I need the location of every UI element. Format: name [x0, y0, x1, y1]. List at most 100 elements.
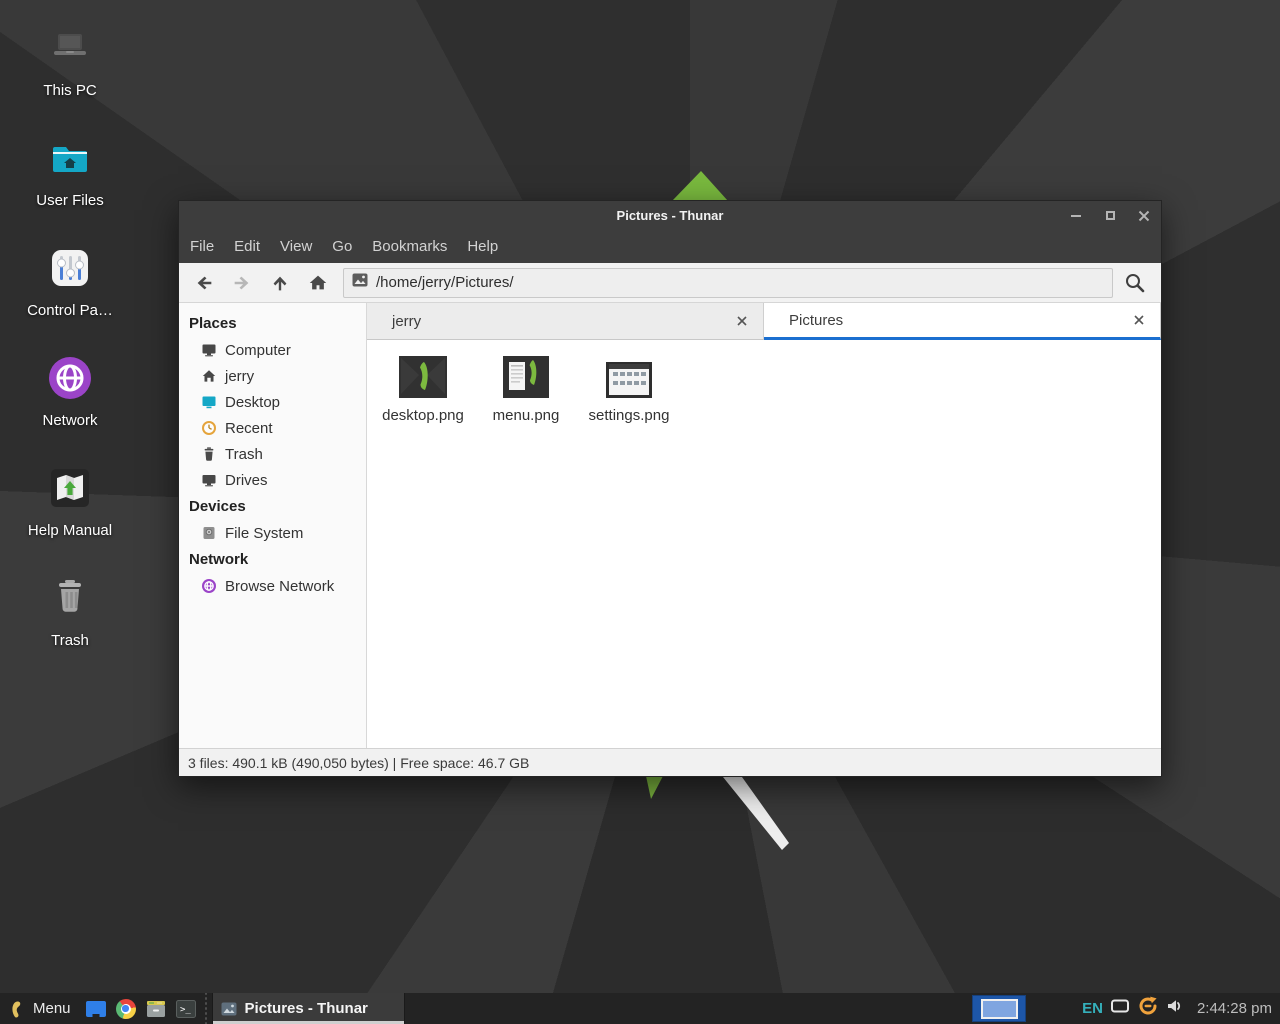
control-panel-icon [46, 244, 94, 292]
image-location-icon [352, 273, 368, 292]
desktop-icon [201, 394, 217, 410]
display-tray-icon[interactable] [1110, 998, 1130, 1019]
toolbar: /home/jerry/Pictures/ [179, 263, 1161, 303]
sidebar-header-devices: Devices [179, 493, 366, 520]
back-button[interactable] [189, 268, 219, 298]
sidebar-item-trash[interactable]: Trash [179, 441, 366, 467]
tab-bar: jerry Pictures [367, 303, 1161, 340]
menu-go[interactable]: Go [322, 230, 362, 263]
sidebar-item-label: jerry [225, 368, 254, 385]
desktop-icon-label: Control Pa… [10, 302, 130, 319]
tab-label: Pictures [789, 312, 843, 329]
sidebar-item-file-system[interactable]: File System [179, 520, 366, 546]
show-desktop-button[interactable] [81, 993, 111, 1024]
desktop-icon-help-manual[interactable]: Help Manual [10, 464, 130, 539]
file-manager-launcher[interactable] [141, 993, 171, 1024]
menu-file[interactable]: File [180, 230, 224, 263]
help-manual-icon [46, 464, 94, 512]
search-icon[interactable] [1119, 268, 1151, 298]
terminal-icon: >_ [176, 1000, 196, 1018]
drives-icon [201, 472, 217, 488]
file-settings-png[interactable]: settings.png [581, 352, 677, 424]
tab-pictures[interactable]: Pictures [764, 303, 1161, 340]
tab-label: jerry [392, 313, 421, 330]
path-text: /home/jerry/Pictures/ [376, 274, 514, 291]
window-titlebar[interactable]: Pictures - Thunar [179, 201, 1161, 230]
status-text: 3 files: 490.1 kB (490,050 bytes) | Free… [188, 755, 529, 771]
chrome-launcher[interactable] [111, 993, 141, 1024]
workspace-1[interactable] [981, 999, 1018, 1019]
close-button[interactable] [1137, 209, 1151, 223]
desktop-icon-label: This PC [10, 82, 130, 99]
path-input[interactable]: /home/jerry/Pictures/ [343, 268, 1113, 298]
file-drawer-icon [146, 1000, 166, 1018]
workspace-switcher[interactable] [972, 995, 1026, 1022]
sidebar-item-label: Recent [225, 420, 273, 437]
volume-icon[interactable] [1166, 998, 1184, 1019]
file-name: desktop.png [382, 407, 464, 424]
home-button[interactable] [303, 268, 333, 298]
minimize-button[interactable] [1069, 209, 1083, 223]
desktop-icon-control-panel[interactable]: Control Pa… [10, 244, 130, 319]
menu-button-label: Menu [33, 1000, 71, 1017]
panel-handle [203, 993, 210, 1024]
desktop-icon-this-pc[interactable]: This PC [10, 24, 130, 99]
sidebar-item-label: Computer [225, 342, 291, 359]
folder-home-icon [46, 134, 94, 182]
taskbar: Menu >_ Pictures - Thunar EN [0, 993, 1280, 1024]
sidebar-item-browse-network[interactable]: Browse Network [179, 573, 366, 599]
keyboard-layout-indicator[interactable]: EN [1082, 1000, 1103, 1017]
desktop-icon-user-files[interactable]: User Files [10, 134, 130, 209]
clock[interactable]: 2:44:28 pm [1197, 1000, 1272, 1017]
up-button[interactable] [265, 268, 295, 298]
menu-help[interactable]: Help [457, 230, 508, 263]
trash-icon [201, 446, 217, 462]
sidebar-header-places: Places [179, 310, 366, 337]
sidebar-item-desktop[interactable]: Desktop [179, 389, 366, 415]
menu-bookmarks[interactable]: Bookmarks [362, 230, 457, 263]
computer-icon [201, 342, 217, 358]
file-menu-png[interactable]: menu.png [478, 352, 574, 424]
menubar: File Edit View Go Bookmarks Help [179, 230, 1161, 263]
desktop-icon-network[interactable]: Network [10, 354, 130, 429]
tab-jerry[interactable]: jerry [367, 303, 764, 340]
file-name: settings.png [589, 407, 670, 424]
sidebar-item-label: Browse Network [225, 578, 334, 595]
sidebar-item-label: Trash [225, 446, 263, 463]
sidebar-item-computer[interactable]: Computer [179, 337, 366, 363]
sidebar-item-label: Drives [225, 472, 268, 489]
sidebar-item-recent[interactable]: Recent [179, 415, 366, 441]
desktop-icon-label: User Files [10, 192, 130, 209]
computer-icon [46, 24, 94, 72]
desktop-icon-label: Network [10, 412, 130, 429]
terminal-launcher[interactable]: >_ [171, 993, 201, 1024]
forward-button[interactable] [227, 268, 257, 298]
menu-edit[interactable]: Edit [224, 230, 270, 263]
sidebar-item-drives[interactable]: Drives [179, 467, 366, 493]
tab-close-icon[interactable] [1126, 303, 1152, 337]
status-bar: 3 files: 490.1 kB (490,050 bytes) | Free… [179, 748, 1161, 776]
taskbar-window-button[interactable]: Pictures - Thunar [212, 993, 405, 1024]
window-title: Pictures - Thunar [617, 208, 724, 223]
desktop-icon-label: Trash [10, 632, 130, 649]
image-thumbnail [503, 352, 549, 398]
tab-close-icon[interactable] [729, 303, 755, 339]
file-desktop-png[interactable]: desktop.png [375, 352, 471, 424]
update-manager-icon[interactable] [1137, 995, 1159, 1022]
browse-network-icon [201, 578, 217, 594]
system-tray: EN 2:44:28 pm [1082, 993, 1280, 1024]
desktop-wallpaper: This PC User Files Control Pa… Network H… [0, 0, 1280, 1024]
desktop-icon-trash[interactable]: Trash [10, 574, 130, 649]
chrome-icon [116, 999, 136, 1019]
taskbar-window-label: Pictures - Thunar [245, 1000, 368, 1017]
file-view: desktop.png menu.png settings.png [367, 340, 1161, 748]
svg-text:>_: >_ [180, 1005, 191, 1015]
thunar-window: Pictures - Thunar File Edit View Go Book… [178, 200, 1162, 777]
sidebar-item-jerry[interactable]: jerry [179, 363, 366, 389]
menu-button[interactable]: Menu [0, 993, 81, 1024]
desktop-window-icon [86, 1001, 106, 1017]
maximize-button[interactable] [1103, 209, 1117, 223]
sidebar-item-label: File System [225, 525, 303, 542]
menu-view[interactable]: View [270, 230, 322, 263]
file-name: menu.png [493, 407, 560, 424]
